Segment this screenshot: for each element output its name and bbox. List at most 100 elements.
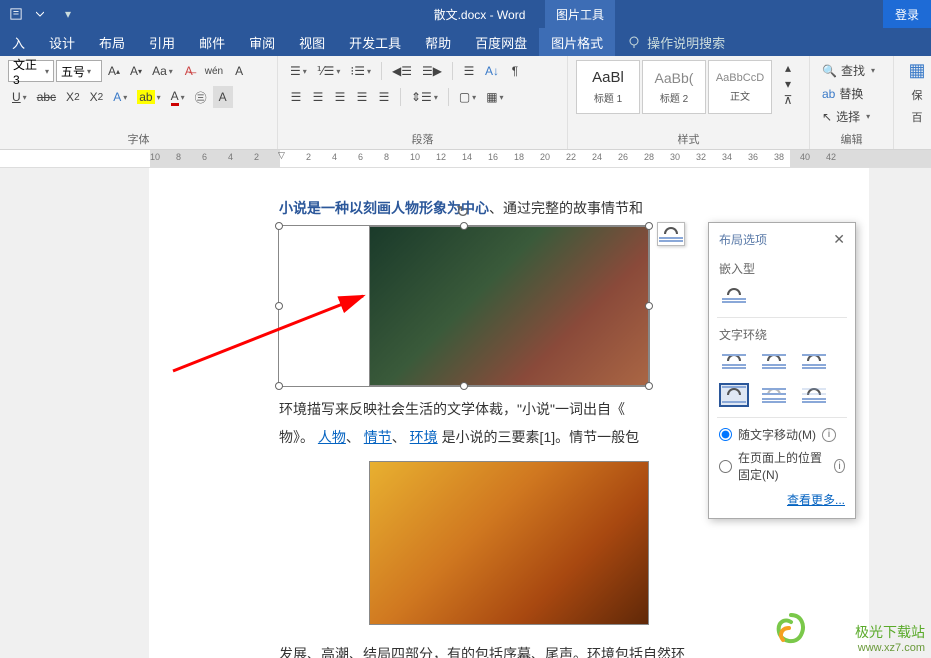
- tab-view[interactable]: 视图: [287, 28, 337, 56]
- fix-position-radio[interactable]: 在页面上的位置固定(N) i: [719, 449, 845, 483]
- styles-scroll-down[interactable]: ▾: [778, 76, 798, 92]
- selected-image[interactable]: ↻: [279, 226, 649, 386]
- layout-options-button[interactable]: [657, 222, 685, 246]
- tab-baidu[interactable]: 百度网盘: [463, 28, 539, 56]
- wrap-topbottom-option[interactable]: [719, 383, 749, 407]
- ribbon: 文正3▾ 五号▾ A▴ A▾ Aa▾ A̶ wén A U▾ abc X2 X2…: [0, 56, 931, 150]
- search-icon: 🔍: [822, 64, 837, 78]
- wrap-inline-option[interactable]: [719, 283, 749, 307]
- justify-button[interactable]: ☰: [352, 86, 372, 108]
- char-shading-button[interactable]: A: [213, 86, 233, 108]
- tell-me-label: 操作说明搜索: [647, 33, 725, 52]
- edit-group-label: 编辑: [818, 129, 885, 147]
- replace-button[interactable]: ab替换: [818, 83, 879, 104]
- tab-developer[interactable]: 开发工具: [337, 28, 413, 56]
- align-center-button[interactable]: ☰: [308, 86, 328, 108]
- subscript-button[interactable]: X2: [62, 86, 84, 108]
- grow-font-button[interactable]: A▴: [104, 60, 124, 82]
- edit-group: 🔍查找▾ ab替换 ↖选择▾ 编辑: [810, 56, 894, 149]
- watermark: 极光下载站 www.xz7.com: [855, 622, 925, 654]
- autosave-icon[interactable]: [6, 3, 26, 25]
- underline-button[interactable]: U▾: [8, 86, 31, 108]
- styles-expand[interactable]: ⊼: [778, 92, 798, 108]
- move-with-text-radio[interactable]: 随文字移动(M) i: [719, 426, 845, 443]
- ltr-button[interactable]: ☰: [459, 60, 479, 82]
- distribute-button[interactable]: ☰: [374, 86, 394, 108]
- link-plot[interactable]: 情节: [364, 429, 392, 445]
- line-spacing-button[interactable]: ⇕☰▾: [407, 86, 442, 108]
- pointer-icon: ↖: [822, 110, 832, 124]
- change-case-button[interactable]: Aa▾: [148, 60, 177, 82]
- superscript-button[interactable]: X2: [86, 86, 108, 108]
- info-icon[interactable]: i: [834, 459, 845, 473]
- save-group: ▦ 保 百: [894, 56, 928, 149]
- tell-me-search[interactable]: 操作说明搜索: [615, 28, 737, 56]
- wrap-through-option[interactable]: [799, 349, 829, 373]
- select-button[interactable]: ↖选择▾: [818, 106, 879, 127]
- tab-insert[interactable]: 入: [0, 28, 37, 56]
- document-title: 散文.docx - Word: [76, 6, 883, 23]
- image-2[interactable]: [279, 461, 649, 625]
- phonetic-guide-button[interactable]: wén: [201, 60, 227, 82]
- find-button[interactable]: 🔍查找▾: [818, 60, 879, 81]
- highlight-button[interactable]: ab▾: [133, 86, 164, 108]
- rotate-handle-icon[interactable]: ↻: [456, 202, 472, 218]
- shrink-font-button[interactable]: A▾: [126, 60, 146, 82]
- paragraph-4[interactable]: 发展、高潮、结局四部分，有的包括序幕、尾声。环境包括自然环: [279, 640, 769, 658]
- increase-indent-button[interactable]: ☰▶: [418, 60, 446, 82]
- qat-dropdown-icon[interactable]: [30, 3, 50, 25]
- ribbon-tabs: 入 设计 布局 引用 邮件 审阅 视图 开发工具 帮助 百度网盘 图片格式 操作…: [0, 28, 931, 56]
- font-size-combo[interactable]: 五号▾: [56, 60, 102, 82]
- bullets-button[interactable]: ☰▾: [286, 60, 311, 82]
- info-icon[interactable]: i: [822, 428, 836, 442]
- indent-marker-icon[interactable]: ▽: [278, 150, 285, 161]
- wrap-behind-option[interactable]: [759, 383, 789, 407]
- style-gallery[interactable]: AaBl 标题 1 AaBb( 标题 2 AaBbCcD 正文: [576, 60, 772, 114]
- tab-layout[interactable]: 布局: [87, 28, 137, 56]
- paragraph-3[interactable]: 物》。 人物、 情节、 环境 是小说的三要素[1]。情节一般包: [279, 423, 769, 451]
- tab-mailings[interactable]: 邮件: [187, 28, 237, 56]
- link-person[interactable]: 人物: [318, 429, 346, 445]
- multilevel-list-button[interactable]: ⁝☰▾: [346, 60, 375, 82]
- decrease-indent-button[interactable]: ◀☰: [388, 60, 416, 82]
- style-normal[interactable]: AaBbCcD 正文: [708, 60, 772, 114]
- font-style-combo[interactable]: 文正3▾: [8, 60, 54, 82]
- show-marks-button[interactable]: ¶: [505, 60, 525, 82]
- paragraph-2[interactable]: 环境描写来反映社会生活的文学体裁，"小说"一词出自《: [279, 395, 769, 423]
- horizontal-ruler[interactable]: ▽ 10864224681012141618202224262830323436…: [0, 150, 931, 168]
- styles-group-label: 样式: [576, 129, 801, 147]
- style-heading2[interactable]: AaBb( 标题 2: [642, 60, 706, 114]
- save-label1: 保: [912, 87, 923, 103]
- close-icon[interactable]: ✕: [833, 231, 845, 248]
- wrap-front-option[interactable]: [799, 383, 829, 407]
- align-left-button[interactable]: ☰: [286, 86, 306, 108]
- char-border-button[interactable]: A: [229, 60, 249, 82]
- tab-help[interactable]: 帮助: [413, 28, 463, 56]
- styles-scroll-up[interactable]: ▴: [778, 60, 798, 76]
- numbering-button[interactable]: ⅟☰▾: [313, 60, 345, 82]
- login-button[interactable]: 登录: [883, 0, 931, 28]
- replace-icon: ab: [822, 87, 835, 101]
- save-icon[interactable]: ▦: [908, 60, 925, 81]
- see-more-link[interactable]: 查看更多...: [719, 491, 845, 508]
- sort-button[interactable]: A↓: [481, 60, 503, 82]
- clear-formatting-button[interactable]: A̶: [179, 60, 199, 82]
- font-color-button[interactable]: A▾: [167, 86, 189, 108]
- borders-button[interactable]: ▦▾: [482, 86, 507, 108]
- text-effects-button[interactable]: A▾: [109, 86, 131, 108]
- shading-button[interactable]: ▢▾: [455, 86, 480, 108]
- enclose-char-button[interactable]: ㊂: [191, 86, 211, 108]
- link-environment[interactable]: 环境: [410, 429, 438, 445]
- tab-design[interactable]: 设计: [37, 28, 87, 56]
- save-label2: 百: [912, 109, 923, 125]
- style-heading1[interactable]: AaBl 标题 1: [576, 60, 640, 114]
- strikethrough-button[interactable]: abc: [33, 86, 60, 108]
- tab-review[interactable]: 审阅: [237, 28, 287, 56]
- wrap-square-option[interactable]: [719, 349, 749, 373]
- paragraph-1[interactable]: 小说是一种以刻画人物形象为中心、通过完整的故事情节和: [279, 194, 769, 222]
- tab-picture-format[interactable]: 图片格式: [539, 28, 615, 56]
- wrap-tight-option[interactable]: [759, 349, 789, 373]
- align-right-button[interactable]: ☰: [330, 86, 350, 108]
- tab-references[interactable]: 引用: [137, 28, 187, 56]
- qat-overflow[interactable]: ▾: [60, 6, 76, 22]
